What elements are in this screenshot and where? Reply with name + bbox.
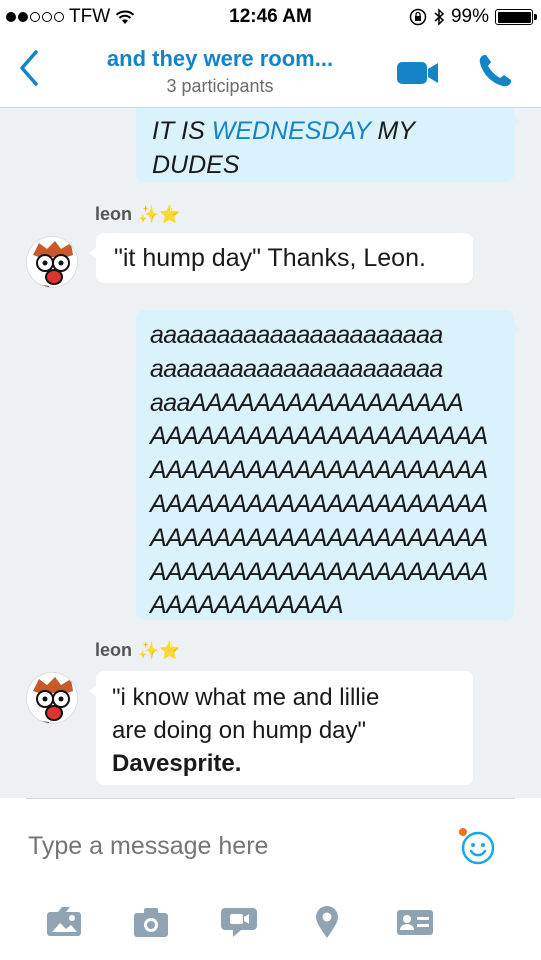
message-line: AAAAAAAAAAAAAAAAAAAAA [150, 489, 488, 518]
message-line: "i know what me and lillie [112, 684, 380, 711]
message-line: AAAAAAAAAAAAAAAAAAAAA [150, 557, 488, 586]
phone-call-icon[interactable] [476, 52, 514, 90]
orientation-lock-icon [409, 8, 427, 26]
incoming-message-bubble[interactable]: "it hump day" Thanks, Leon. [89, 233, 473, 283]
message-input[interactable] [28, 828, 428, 864]
back-chevron-icon[interactable] [14, 46, 44, 90]
message-line: are doing on hump day" [112, 717, 367, 744]
composer-divider [26, 798, 515, 799]
message-line: Davesprite. [112, 750, 242, 777]
battery-icon [495, 9, 537, 25]
participants-count[interactable]: 3 participants [80, 76, 360, 97]
contact-card-icon[interactable] [395, 904, 435, 940]
sender-name: leon [95, 640, 133, 660]
emoticon-icon[interactable] [456, 826, 496, 866]
message-line: DUDES [152, 151, 240, 179]
composer-toolbar [0, 900, 541, 948]
video-message-icon[interactable] [219, 904, 259, 940]
message-text: MY [370, 117, 416, 145]
message-line: aaaaaaaaaaaaaaaaaaaaaa [150, 321, 443, 349]
gallery-icon[interactable] [44, 904, 84, 940]
sender-name: leon [95, 204, 133, 224]
sender-emoji: ✨⭐ [138, 204, 181, 224]
outgoing-message-bubble[interactable]: IT IS WEDNESDAY MY DUDES [136, 108, 520, 182]
battery-percent: 99% [450, 6, 489, 27]
message-line: AAAAAAAAAAAAAAAAAAAAA [150, 422, 488, 451]
sender-name-row: leon ✨⭐ [95, 640, 180, 661]
incoming-message-bubble[interactable]: "i know what me and lillie are doing on … [89, 671, 473, 785]
message-text: IT IS [152, 117, 212, 145]
chat-header: and they were room... 3 participants [0, 34, 541, 108]
bluetooth-icon [434, 8, 445, 26]
message-line: AAAAAAAAAAAAAAAAAAAAA [150, 523, 488, 552]
message-line: AAAAAAAAAAAA [150, 591, 344, 620]
message-line: IT IS WEDNESDAY MY [152, 114, 498, 148]
avatar[interactable] [26, 236, 78, 288]
sender-name-row: leon ✨⭐ [95, 204, 180, 225]
avatar[interactable] [26, 672, 78, 724]
camera-icon[interactable] [131, 904, 171, 940]
message-link-text[interactable]: WEDNESDAY [212, 117, 371, 145]
conversation-title[interactable]: and they were room... [80, 46, 360, 72]
conversation-title-block[interactable]: and they were room... 3 participants [80, 46, 360, 97]
message-line: AAAAAAAAAAAAAAAAAAAAA [150, 456, 488, 485]
message-line: aaaAAAAAAAAAAAAAAAAA [150, 388, 464, 417]
status-right: 99% [409, 6, 537, 28]
message-line: aaaaaaaaaaaaaaaaaaaaaa [150, 354, 443, 383]
sender-emoji: ✨⭐ [138, 640, 181, 660]
message-list[interactable]: IT IS WEDNESDAY MY DUDES leon ✨⭐ "it hum… [0, 108, 541, 798]
location-icon[interactable] [307, 904, 347, 940]
outgoing-message-bubble[interactable]: aaaaaaaaaaaaaaaaaaaaaa aaaaaaaaaaaaaaaaa… [136, 310, 520, 620]
message-text: "it hump day" Thanks, Leon. [114, 244, 426, 272]
status-bar: TFW 12:46 AM 99% [0, 0, 541, 34]
video-call-icon[interactable] [395, 56, 441, 88]
